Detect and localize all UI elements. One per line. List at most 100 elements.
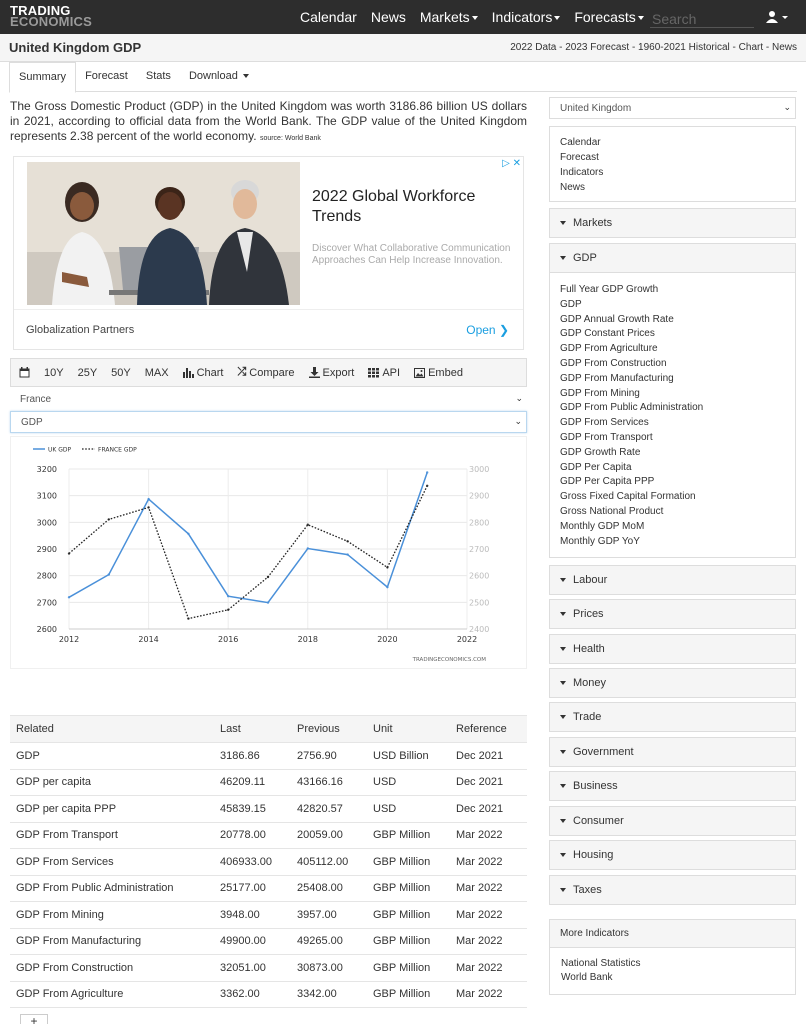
tab-download[interactable]: Download [180, 62, 258, 92]
more-link-world-bank[interactable]: World Bank [561, 971, 784, 985]
data-point-france[interactable] [346, 540, 349, 543]
gdp-line-chart[interactable]: 3200 3100 3000 2900 2800 2700 2600 3000 2900 2800… [11, 437, 526, 668]
sidebar-category-trade[interactable]: Trade [549, 702, 796, 732]
sidebar-gdp-item[interactable]: GDP From Manufacturing [560, 372, 785, 387]
sidebar-category-consumer[interactable]: Consumer [549, 806, 796, 836]
data-point-france[interactable] [386, 566, 389, 569]
data-point-france[interactable] [187, 617, 190, 620]
cell-name[interactable]: GDP From Manufacturing [10, 928, 214, 955]
data-point-uk[interactable] [266, 601, 270, 604]
search-input[interactable] [650, 10, 754, 28]
user-menu[interactable] [766, 10, 788, 27]
table-row[interactable]: GDP From Construction 32051.00 30873.00 GBP… [10, 954, 527, 982]
data-point-france[interactable] [426, 484, 429, 487]
data-point-uk[interactable] [107, 573, 111, 576]
header-links[interactable]: 2022 Data - 2023 Forecast - 1960-2021 Hi… [510, 42, 797, 53]
data-point-france[interactable] [147, 506, 150, 509]
tab-stats[interactable]: Stats [137, 62, 180, 92]
data-point-uk[interactable] [227, 595, 230, 598]
cell-name[interactable]: GDP From Services [10, 848, 214, 876]
data-point-uk[interactable] [147, 497, 150, 501]
ad-choices-close-icon[interactable]: ▷ ✕ [502, 158, 521, 169]
sidebar-link-forecast[interactable]: Forecast [560, 150, 785, 165]
cell-name[interactable]: GDP From Construction [10, 954, 214, 982]
data-point-france[interactable] [107, 518, 111, 521]
cell-name[interactable]: GDP [10, 742, 214, 770]
data-point-uk[interactable] [306, 547, 309, 550]
sidebar-gdp-item[interactable]: GDP From Agriculture [560, 342, 785, 357]
sidebar-gdp-item[interactable]: GDP From Public Administration [560, 401, 785, 416]
calendar-icon[interactable] [19, 367, 30, 378]
sidebar-gdp-item[interactable]: GDP Constant Prices [560, 327, 785, 342]
sidebar-gdp-item[interactable]: GDP Per Capita PPP [560, 475, 785, 490]
cell-name[interactable]: GDP From Transport [10, 822, 214, 849]
data-point-france[interactable] [67, 552, 71, 555]
table-row[interactable]: GDP 3186.86 2756.90 USD Billion Dec 2021 [10, 742, 527, 770]
nav-forecasts[interactable]: Forecasts [574, 9, 644, 25]
sidebar-link-news[interactable]: News [560, 180, 785, 195]
api-button[interactable]: API [368, 367, 400, 379]
sidebar-category-housing[interactable]: Housing [549, 840, 796, 870]
sidebar-gdp-item[interactable]: Full Year GDP Growth [560, 283, 785, 298]
tab-forecast[interactable]: Forecast [76, 62, 137, 92]
country-select[interactable]: United Kingdom ⌄ [549, 97, 796, 119]
sidebar-gdp-item[interactable]: GDP [560, 298, 785, 313]
sidebar-category-business[interactable]: Business [549, 771, 796, 801]
table-row[interactable]: GDP From Services 406933.00 405112.00 GBP M… [10, 848, 527, 876]
table-row[interactable]: GDP per capita 46209.11 43166.16 USD Dec 202… [10, 769, 527, 796]
embed-button[interactable]: Embed [414, 367, 463, 379]
sidebar-category-taxes[interactable]: Taxes [549, 875, 796, 905]
sidebar-gdp-item[interactable]: Gross Fixed Capital Formation [560, 490, 785, 505]
sidebar-gdp-item[interactable]: GDP From Construction [560, 357, 785, 372]
sidebar-link-indicators[interactable]: Indicators [560, 165, 785, 180]
nav-markets[interactable]: Markets [420, 9, 478, 25]
ad-title[interactable]: 2022 Global Workforce Trends [312, 187, 512, 227]
tab-summary[interactable]: Summary [9, 62, 77, 93]
sidebar-gdp-item[interactable]: GDP Annual Growth Rate [560, 313, 785, 328]
sidebar-gdp-item[interactable]: Monthly GDP MoM [560, 520, 785, 535]
compare-country-select[interactable]: France ⌄ [10, 389, 527, 411]
sidebar-category-government[interactable]: Government [549, 737, 796, 767]
data-point-france[interactable] [306, 523, 309, 526]
sidebar-gdp-item[interactable]: Monthly GDP YoY [560, 535, 785, 550]
data-point-france[interactable] [266, 575, 270, 579]
range-max-button[interactable]: MAX [145, 367, 169, 379]
export-button[interactable]: Export [308, 367, 354, 379]
table-row[interactable]: GDP From Agriculture 3362.00 3342.00 GBP Mi… [10, 981, 527, 1008]
table-row[interactable]: GDP From Manufacturing 49900.00 49265.00 GB… [10, 928, 527, 955]
cell-name[interactable]: GDP From Agriculture [10, 981, 214, 1008]
sidebar-category-health[interactable]: Health [549, 634, 796, 664]
sidebar-category-labour[interactable]: Labour [549, 565, 796, 595]
sidebar-link-calendar[interactable]: Calendar [560, 135, 785, 150]
compare-button[interactable]: ⤮ Compare [237, 366, 294, 379]
sidebar-gdp-item[interactable]: GDP Growth Rate [560, 446, 785, 461]
chart-button[interactable]: Chart [182, 367, 223, 379]
range-25y-button[interactable]: 25Y [78, 367, 98, 379]
sidebar-gdp-item[interactable]: GDP From Mining [560, 387, 785, 402]
data-point-uk[interactable] [386, 585, 389, 589]
data-point-uk[interactable] [426, 471, 429, 474]
table-row[interactable]: GDP From Public Administration 25177.00 25… [10, 875, 527, 902]
sidebar-category-prices[interactable]: Prices [549, 599, 796, 629]
sidebar-category-money[interactable]: Money [549, 668, 796, 698]
table-row[interactable]: GDP From Transport 20778.00 20059.00 GBP Mi… [10, 822, 527, 849]
nav-news[interactable]: News [371, 9, 406, 25]
summary-source[interactable]: source: World Bank [260, 135, 321, 142]
nav-indicators[interactable]: Indicators [492, 9, 561, 25]
cell-name[interactable]: GDP per capita PPP [10, 795, 214, 823]
table-row[interactable]: GDP From Mining 3948.00 3957.00 GBP Million… [10, 901, 527, 929]
sidebar-gdp-item[interactable]: GDP Per Capita [560, 461, 785, 476]
data-point-france[interactable] [227, 608, 230, 611]
range-50y-button[interactable]: 50Y [111, 367, 131, 379]
sidebar-category-markets[interactable]: Markets [549, 208, 796, 238]
ad-open-button[interactable]: Open ❯ [466, 323, 509, 337]
nav-calendar[interactable]: Calendar [300, 9, 357, 25]
series-line-uk-gdp[interactable] [68, 472, 428, 604]
data-point-uk[interactable] [346, 553, 349, 556]
sidebar-gdp-item[interactable]: Gross National Product [560, 505, 785, 520]
advertisement[interactable]: ▷ ✕ 2022 Global Workforce Trends Discove… [13, 156, 524, 350]
more-rows-button[interactable]: + [20, 1014, 48, 1024]
cell-name[interactable]: GDP From Public Administration [10, 875, 214, 902]
cell-name[interactable]: GDP From Mining [10, 901, 214, 929]
sidebar-category-gdp[interactable]: GDP [549, 243, 796, 273]
